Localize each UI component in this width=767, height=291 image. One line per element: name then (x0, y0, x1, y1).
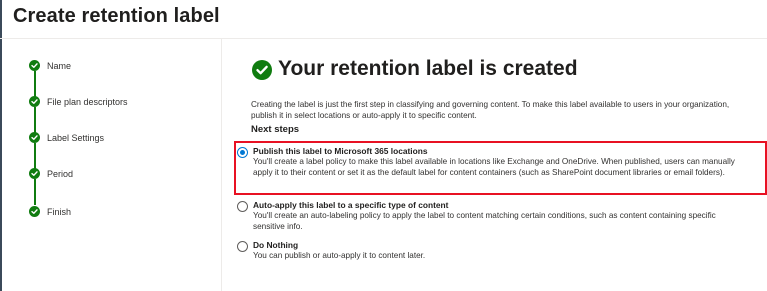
checkmark-icon (29, 60, 40, 71)
step-period[interactable]: Period (47, 169, 73, 179)
option-description: You'll create an auto-labeling policy to… (253, 211, 716, 231)
checkmark-icon (29, 132, 40, 143)
window-left-edge (0, 0, 2, 291)
checkmark-icon (29, 206, 40, 217)
step-connector (34, 107, 36, 133)
success-check-icon (252, 60, 272, 80)
option-title[interactable]: Auto-apply this label to a specific type… (253, 200, 448, 210)
highlight-box (234, 141, 767, 195)
checkmark-icon (29, 96, 40, 107)
stepper-divider (221, 39, 222, 291)
step-connector (34, 179, 36, 205)
step-finish[interactable]: Finish (47, 207, 71, 217)
step-name[interactable]: Name (47, 61, 71, 71)
auto-apply-radio[interactable] (237, 201, 248, 212)
success-heading: Your retention label is created (278, 57, 578, 80)
intro-text: Creating the label is just the first ste… (251, 100, 730, 120)
checkmark-icon (29, 168, 40, 179)
header-divider (0, 38, 767, 39)
do-nothing-radio[interactable] (237, 241, 248, 252)
option-description: You can publish or auto-apply it to cont… (253, 251, 426, 260)
next-steps-heading: Next steps (251, 124, 300, 135)
step-connector (34, 143, 36, 169)
option-title[interactable]: Do Nothing (253, 240, 298, 250)
step-connector (34, 71, 36, 97)
step-file-plan-descriptors[interactable]: File plan descriptors (47, 97, 128, 107)
page-title: Create retention label (13, 5, 220, 27)
step-label-settings[interactable]: Label Settings (47, 133, 104, 143)
